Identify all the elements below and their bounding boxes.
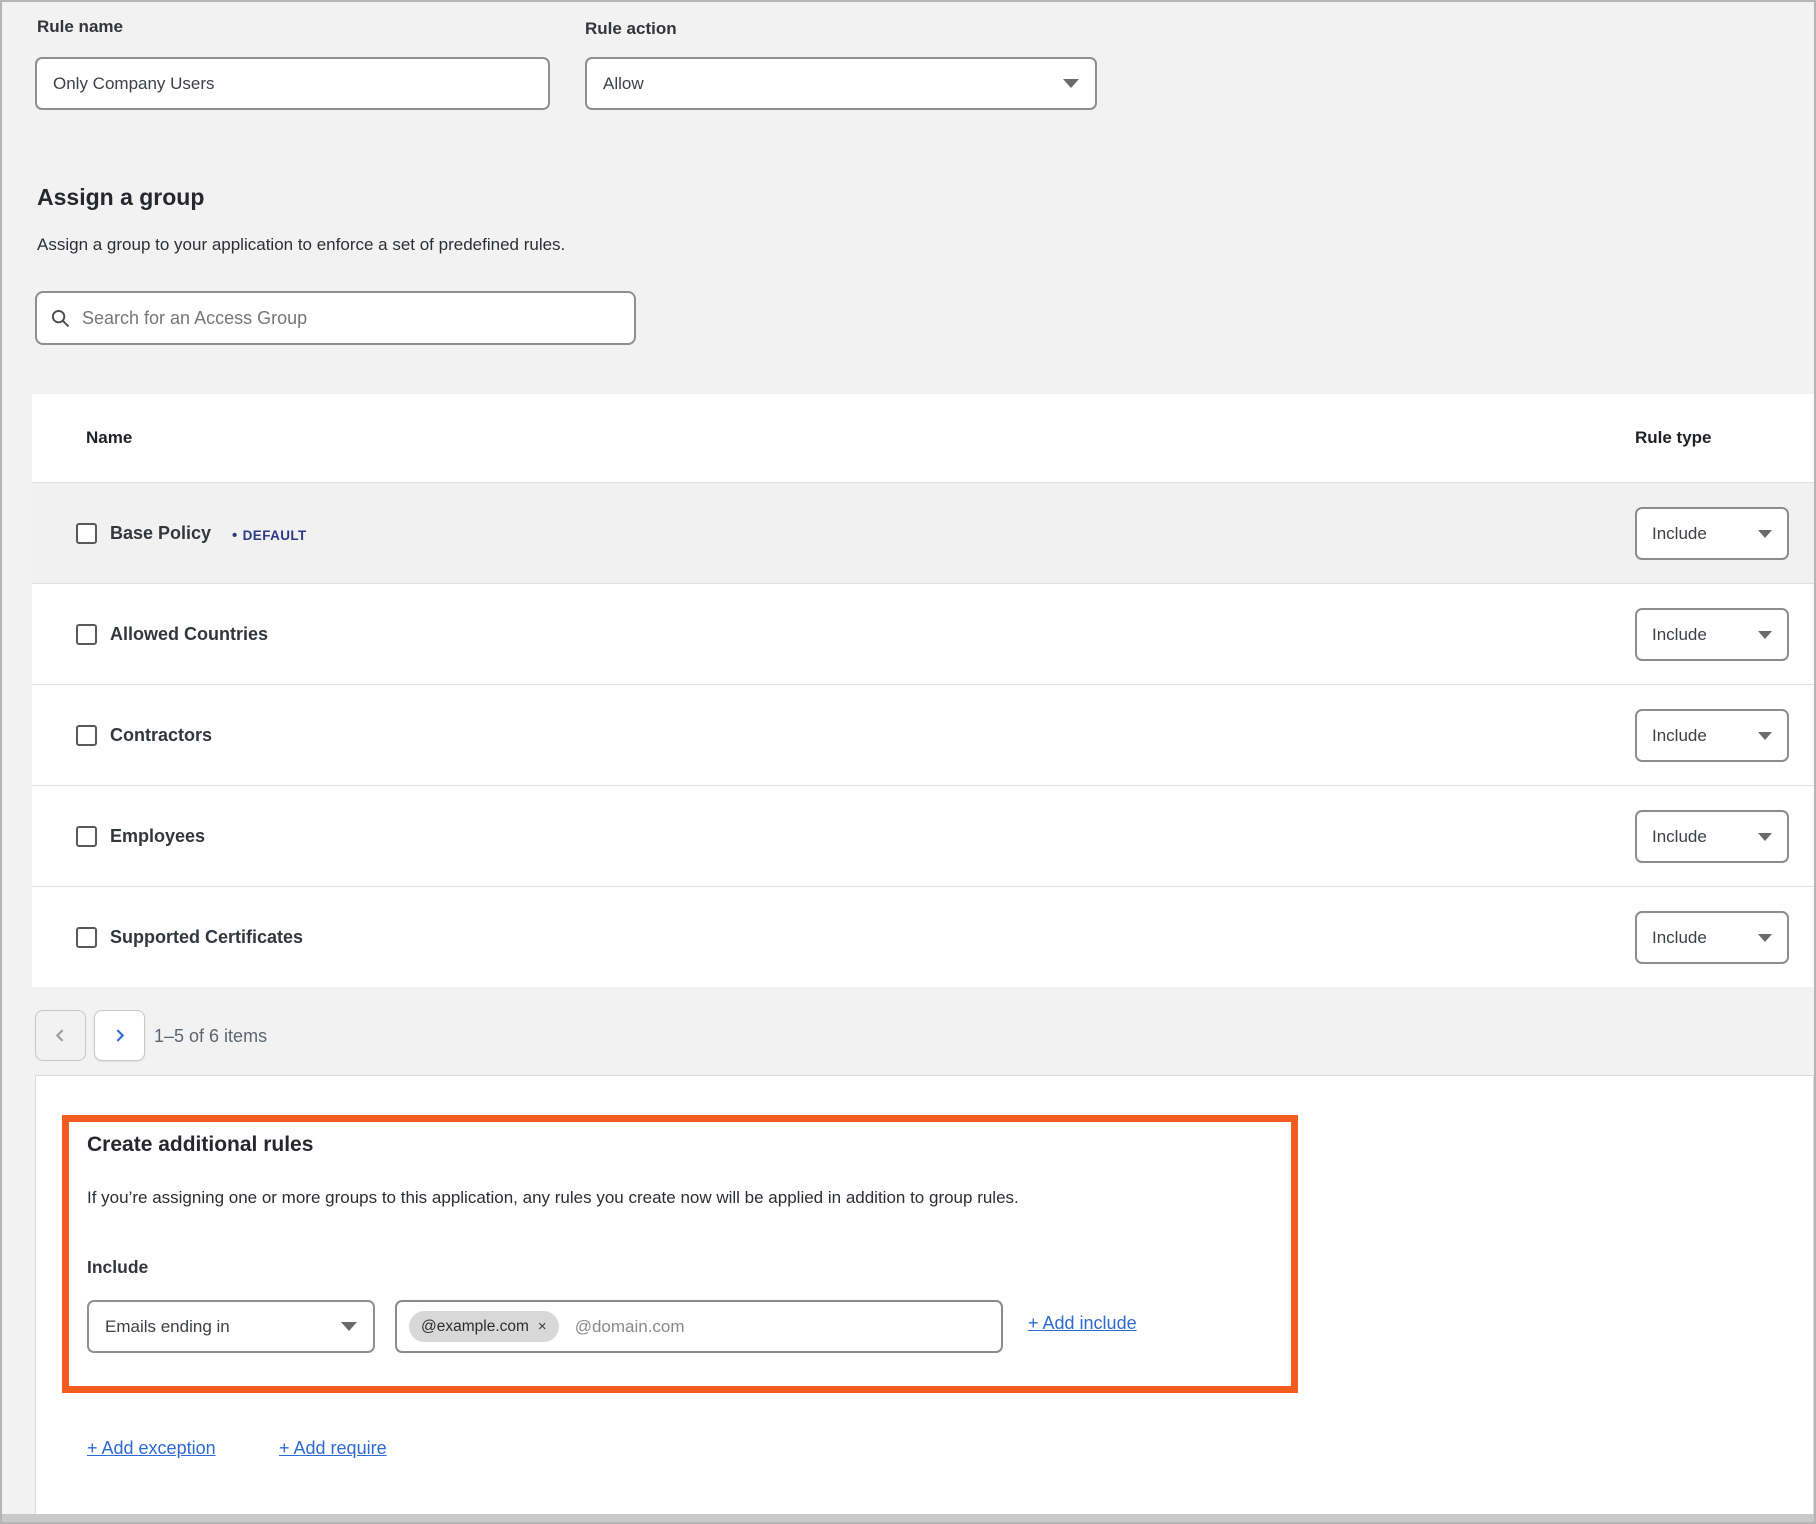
row-checkbox[interactable] xyxy=(76,826,97,847)
email-domain-input-wrapper[interactable]: @example.com × xyxy=(395,1300,1003,1353)
chip-label: @example.com xyxy=(421,1318,529,1336)
row-checkbox[interactable] xyxy=(76,523,97,544)
access-groups-table: Name Rule type Base Policy • DEFAULT Incl… xyxy=(32,394,1814,987)
next-page-button[interactable] xyxy=(94,1010,145,1061)
email-domain-input[interactable] xyxy=(575,1317,989,1337)
rule-type-value: Include xyxy=(1652,726,1707,746)
additional-rules-card: Create additional rules If you’re assign… xyxy=(35,1075,1814,1524)
chevron-down-icon xyxy=(1758,833,1772,841)
add-require-link[interactable]: + Add require xyxy=(279,1438,387,1459)
bottom-divider xyxy=(2,1514,1814,1522)
chevron-down-icon xyxy=(1063,79,1079,88)
rule-type-select[interactable]: Include xyxy=(1635,911,1789,964)
table-row-supported-certificates: Supported Certificates Include xyxy=(32,886,1814,987)
row-checkbox[interactable] xyxy=(76,624,97,645)
chevron-down-icon xyxy=(1758,934,1772,942)
add-exception-link[interactable]: + Add exception xyxy=(87,1438,216,1459)
rule-action-select[interactable]: Allow xyxy=(585,57,1097,110)
rule-type-select[interactable]: Include xyxy=(1635,810,1789,863)
email-domain-chip: @example.com × xyxy=(409,1311,559,1342)
default-badge: • DEFAULT xyxy=(232,527,307,544)
additional-rules-title: Create additional rules xyxy=(87,1133,313,1157)
group-name: Allowed Countries xyxy=(110,624,268,645)
assign-group-description: Assign a group to your application to en… xyxy=(37,235,565,255)
table-row-base-policy: Base Policy • DEFAULT Include xyxy=(32,482,1814,583)
table-row-allowed-countries: Allowed Countries Include xyxy=(32,583,1814,684)
include-section-label: Include xyxy=(87,1257,148,1278)
chevron-down-icon xyxy=(1758,631,1772,639)
chevron-right-icon xyxy=(112,1028,127,1043)
group-name: Supported Certificates xyxy=(110,927,303,948)
chip-remove-icon[interactable]: × xyxy=(538,1319,547,1334)
previous-page-button[interactable] xyxy=(35,1010,86,1061)
group-name: Contractors xyxy=(110,725,212,746)
column-header-name: Name xyxy=(86,428,132,448)
rule-type-value: Include xyxy=(1652,524,1707,544)
table-header-row: Name Rule type xyxy=(32,394,1814,482)
table-row-contractors: Contractors Include xyxy=(32,684,1814,785)
additional-rules-description: If you’re assigning one or more groups t… xyxy=(87,1188,1019,1208)
rule-type-select[interactable]: Include xyxy=(1635,507,1789,560)
rule-type-select[interactable]: Include xyxy=(1635,608,1789,661)
rule-type-value: Include xyxy=(1652,928,1707,948)
access-rule-configuration-page: Rule name Rule action Allow Assign a gro… xyxy=(0,0,1816,1524)
row-checkbox[interactable] xyxy=(76,927,97,948)
rule-action-label: Rule action xyxy=(585,19,677,39)
search-input[interactable] xyxy=(82,308,620,329)
rule-type-value: Include xyxy=(1652,625,1707,645)
access-group-search[interactable] xyxy=(35,291,636,345)
assign-group-title: Assign a group xyxy=(37,184,204,211)
rule-type-value: Include xyxy=(1652,827,1707,847)
rule-name-input[interactable] xyxy=(35,57,550,110)
chevron-down-icon xyxy=(1758,732,1772,740)
badge-dot: • xyxy=(232,527,238,544)
table-row-employees: Employees Include xyxy=(32,785,1814,886)
chevron-down-icon xyxy=(341,1322,357,1331)
column-header-rule-type: Rule type xyxy=(1635,428,1712,448)
group-name: Base Policy xyxy=(110,523,211,544)
rule-action-value: Allow xyxy=(603,74,644,94)
chevron-left-icon xyxy=(53,1028,68,1043)
add-include-link[interactable]: + Add include xyxy=(1028,1313,1137,1334)
chevron-down-icon xyxy=(1758,530,1772,538)
rule-criteria-value: Emails ending in xyxy=(105,1317,230,1337)
group-name: Employees xyxy=(110,826,205,847)
rule-name-label: Rule name xyxy=(37,17,123,37)
pagination-status: 1–5 of 6 items xyxy=(154,1026,267,1047)
badge-text: DEFAULT xyxy=(243,528,307,543)
rule-type-select[interactable]: Include xyxy=(1635,709,1789,762)
row-checkbox[interactable] xyxy=(76,725,97,746)
rule-criteria-select[interactable]: Emails ending in xyxy=(87,1300,375,1353)
search-icon xyxy=(51,309,70,328)
